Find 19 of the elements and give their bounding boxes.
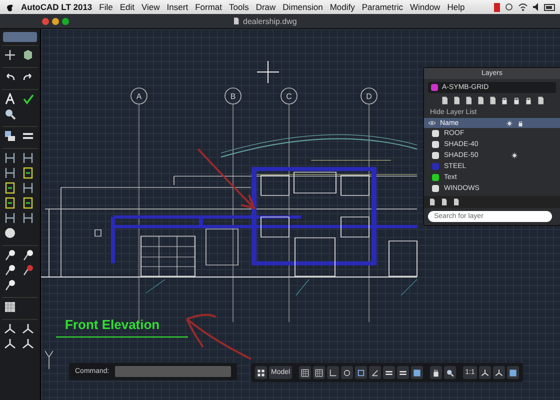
app-menu[interactable]: AutoCAD LT 2013 bbox=[21, 2, 92, 12]
grid-bubble: B bbox=[224, 88, 242, 104]
menu-item[interactable]: View bbox=[142, 2, 160, 12]
menu-item[interactable]: Window bbox=[410, 2, 440, 12]
grid-bubble: C bbox=[280, 88, 298, 104]
grid-bubble: A bbox=[130, 88, 148, 104]
drawing-title: Front Elevation bbox=[65, 317, 160, 332]
window-title: dealership.dwg bbox=[243, 16, 297, 26]
menu-item[interactable]: Format bbox=[195, 2, 222, 12]
menu-item[interactable]: Insert bbox=[166, 2, 188, 12]
menu-item[interactable]: Modify bbox=[330, 2, 355, 12]
menu-item[interactable]: Tools bbox=[228, 2, 249, 12]
menu-item[interactable]: Help bbox=[447, 2, 465, 12]
menu-item[interactable]: Draw bbox=[256, 2, 276, 12]
menu-item[interactable]: Edit bbox=[120, 2, 135, 12]
grid-bubble: D bbox=[360, 88, 378, 104]
menu-item[interactable]: Parametric bbox=[362, 2, 403, 12]
menu-item[interactable]: File bbox=[99, 2, 113, 12]
menu-item[interactable]: Dimension bbox=[282, 2, 323, 12]
